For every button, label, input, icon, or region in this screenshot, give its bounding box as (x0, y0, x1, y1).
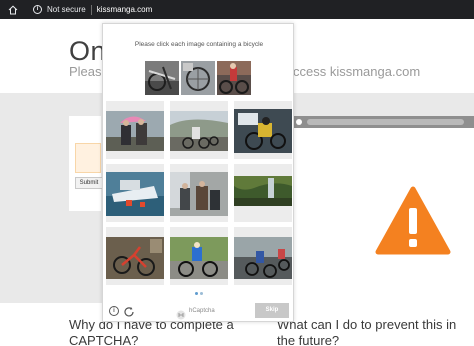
address-bar[interactable]: i Not secure kissmanga.com (0, 0, 474, 19)
url-text[interactable]: kissmanga.com (97, 5, 153, 14)
example-images (145, 61, 251, 95)
security-label[interactable]: Not secure (47, 5, 86, 14)
home-icon[interactable] (8, 5, 18, 15)
grid-tile-cyclists-on-road[interactable] (170, 101, 228, 159)
faq-heading-prevent: What can I do to prevent this in the fut… (277, 317, 457, 346)
hcaptcha-challenge: Please click each image containing a bic… (102, 23, 294, 322)
page-dot-2 (200, 292, 203, 295)
grid-tile-cyclist-on-track[interactable] (170, 227, 228, 285)
grid-tile-people-with-umbrella[interactable] (106, 101, 164, 159)
captcha-placeholder-icon (75, 143, 101, 173)
hcaptcha-logo-icon (176, 307, 186, 320)
challenge-footer: i hCaptcha Skip (103, 300, 295, 322)
browser-illustration-dot (296, 119, 302, 125)
address-separator (90, 4, 92, 15)
skip-button[interactable]: Skip (255, 303, 289, 318)
grid-tile-bicycle-on-ground[interactable] (106, 227, 164, 285)
example-image-cyclist-racing (217, 61, 251, 95)
page-indicator (103, 292, 295, 296)
browser-viewport: i Not secure kissmanga.com On Please cce… (0, 0, 474, 346)
hcaptcha-brand[interactable]: hCaptcha (189, 308, 215, 314)
info-icon[interactable]: i (109, 306, 119, 316)
site-info-icon[interactable]: i (33, 5, 42, 14)
example-image-bicycle-close-up (145, 61, 179, 95)
example-image-bicycle-parts (181, 61, 215, 95)
page-title: On (69, 36, 107, 66)
browser-illustration-bar (291, 116, 474, 128)
grid-tile-cyclists-racing[interactable] (234, 227, 292, 285)
page-subtitle-continued: ccess kissmanga.com (293, 64, 421, 79)
browser-illustration-url (307, 119, 464, 125)
grid-tile-people-on-street[interactable] (170, 164, 228, 222)
warning-icon (375, 186, 451, 256)
challenge-prompt: Please click each image containing a bic… (134, 41, 264, 48)
page-dot-1 (195, 292, 198, 295)
grid-tile-motorcycle-rider[interactable] (234, 101, 292, 159)
grid-tile-forest-waterfall[interactable] (234, 164, 292, 222)
grid-tile-boat-in-water[interactable] (106, 164, 164, 222)
submit-button[interactable]: Submit (75, 177, 103, 189)
refresh-icon[interactable] (123, 305, 135, 317)
